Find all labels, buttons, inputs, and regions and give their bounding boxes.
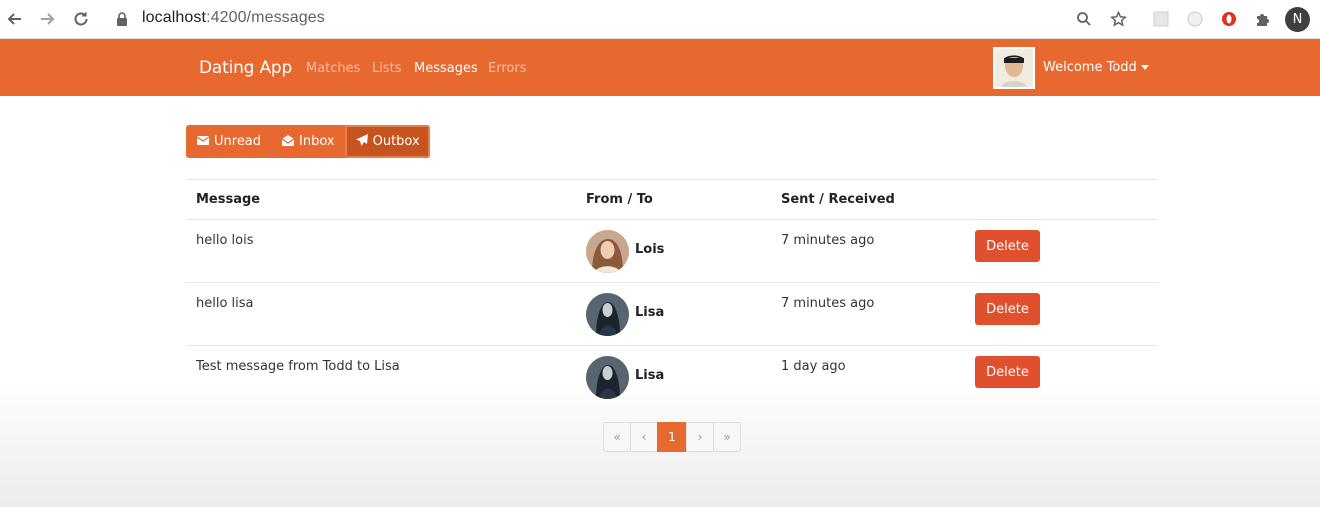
avatar [586,293,629,336]
profile-avatar[interactable]: N [1285,7,1310,32]
table-row[interactable]: hello lois Lois 7 minutes ago Delete [186,220,1158,283]
zoom-icon[interactable] [1073,8,1095,30]
brand-link[interactable]: Dating App [199,58,292,78]
recipient-name: Lisa [635,368,665,383]
header-message: Message [196,192,261,207]
pagination-last-button[interactable]: » [713,422,741,452]
bookmark-star-icon[interactable] [1107,8,1129,30]
delete-button[interactable]: Delete [975,230,1040,262]
pagination-first-button[interactable]: « [603,422,631,452]
delete-button[interactable]: Delete [975,356,1040,388]
table-row[interactable]: Test message from Todd to Lisa Lisa 1 da… [186,346,1158,409]
message-content: hello lois [196,233,254,248]
nav-link-errors[interactable]: Errors [488,61,526,76]
inbox-tab-label: Inbox [299,134,335,149]
unread-tab-label: Unread [214,134,262,149]
envelope-icon [196,133,210,151]
message-container-tabs: Unread Inbox Outbox [186,125,430,158]
paper-plane-icon [355,133,369,151]
recipient-name: Lois [635,242,665,257]
inbox-tab[interactable]: Inbox [271,125,345,158]
nav-link-lists[interactable]: Lists [372,61,402,76]
forward-icon[interactable] [36,8,58,30]
extension-grid-icon[interactable] [1150,8,1172,30]
message-content: hello lisa [196,296,254,311]
envelope-open-icon [281,133,295,151]
url-host: localhost [142,9,207,26]
pagination-prev-button[interactable]: ‹ [630,422,658,452]
caret-down-icon [1140,65,1149,70]
outbox-tab[interactable]: Outbox [344,125,430,158]
recipient-name: Lisa [635,305,665,320]
outbox-tab-label: Outbox [372,134,420,149]
messages-table: Message From / To Sent / Received hello … [186,179,1158,409]
reload-icon[interactable] [70,8,92,30]
nav-link-messages[interactable]: Messages [414,61,478,76]
browser-toolbar: localhost:4200/messages N [0,0,1320,39]
avatar [586,230,629,273]
welcome-text: Welcome Todd [1043,60,1137,75]
header-from-to: From / To [586,192,653,207]
url-text: localhost:4200/messages [142,9,325,27]
nav-link-matches[interactable]: Matches [306,61,360,76]
pagination: « ‹ 1 › » [603,422,741,452]
address-bar[interactable]: localhost:4200/messages [104,5,1144,34]
table-row[interactable]: hello lisa Lisa 7 minutes ago Delete [186,283,1158,346]
url-path: :4200/messages [206,9,325,26]
message-sent-time: 7 minutes ago [781,296,875,311]
lock-icon [116,12,128,31]
pagination-page-1[interactable]: 1 [657,422,687,452]
pagination-next-button[interactable]: › [686,422,714,452]
app-navbar: Dating App Matches Lists Messages Errors… [0,39,1320,96]
header-sent-received: Sent / Received [781,192,895,207]
unread-tab[interactable]: Unread [186,125,272,158]
puzzle-extensions-icon[interactable] [1252,8,1274,30]
message-content: Test message from Todd to Lisa [196,359,400,374]
table-header: Message From / To Sent / Received [186,179,1158,220]
delete-button[interactable]: Delete [975,293,1040,325]
user-photo[interactable] [993,47,1035,89]
back-icon[interactable] [4,8,26,30]
message-sent-time: 7 minutes ago [781,233,875,248]
message-sent-time: 1 day ago [781,359,846,374]
avatar [586,356,629,399]
user-menu-toggle[interactable]: Welcome Todd [1043,60,1149,75]
extension-circle-icon[interactable] [1184,8,1206,30]
opera-extension-icon[interactable] [1218,8,1240,30]
